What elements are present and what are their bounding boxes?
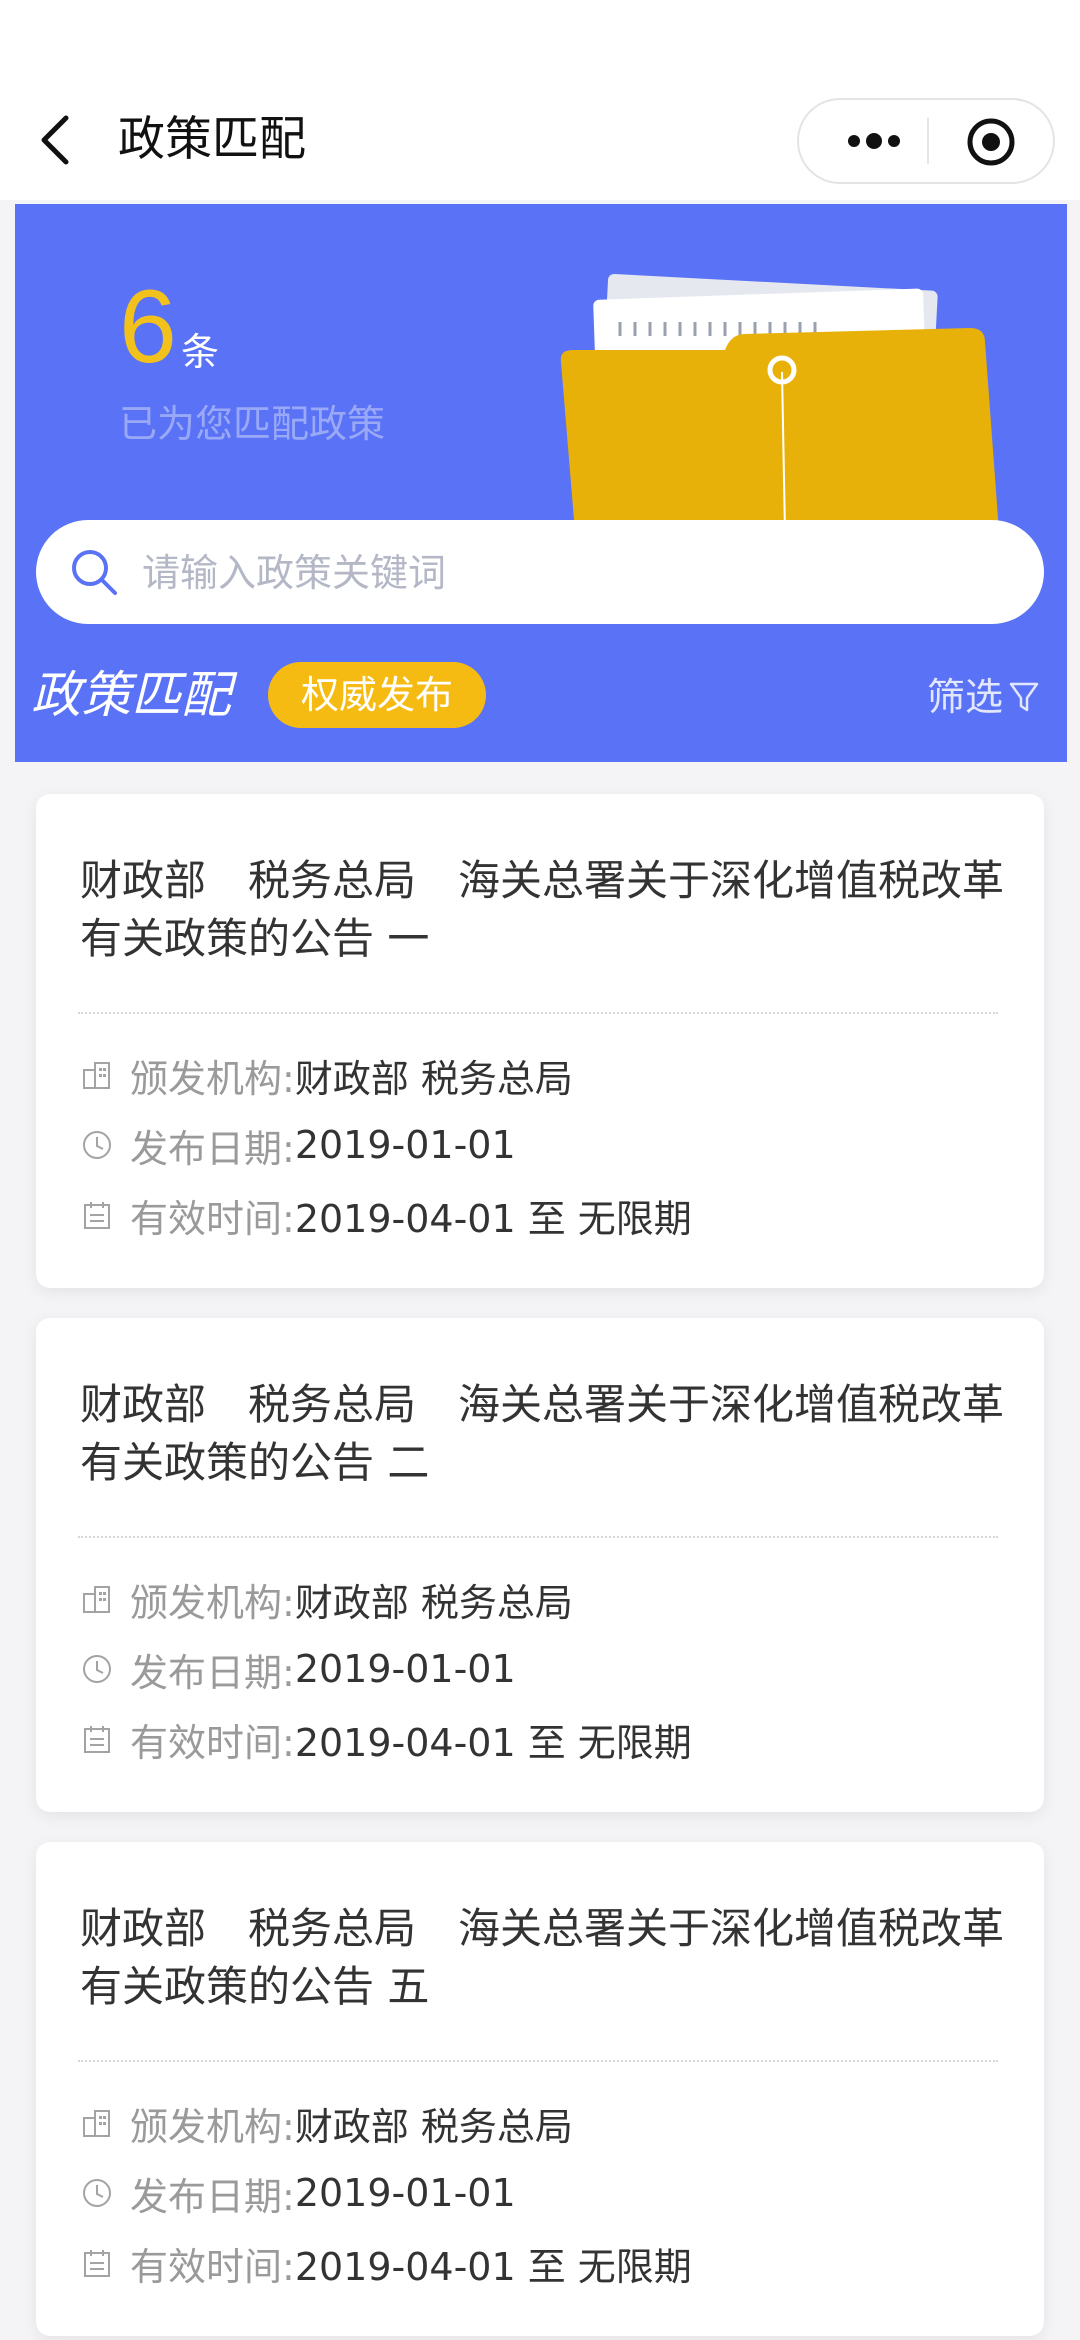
building-icon (83, 1586, 110, 1613)
card-divider (78, 2060, 998, 2062)
filter-label: 筛选 (927, 675, 1004, 719)
validity-row: 有效时间: 2019-04-01 至 无限期 (80, 2238, 692, 2289)
issuer-row: 颁发机构: 财政部 税务总局 (80, 1574, 573, 1625)
issuer-label: 颁发机构: (130, 2104, 295, 2149)
search-bar (36, 520, 1044, 624)
card-divider (78, 1012, 998, 1014)
match-count-description: 已为您匹配政策 (119, 402, 386, 446)
date-value: 2019-01-01 (294, 2171, 516, 2215)
validity-value: 2019-04-01 至 无限期 (294, 2244, 692, 2289)
section-title: 政策匹配 (31, 666, 231, 724)
search-icon (72, 550, 117, 595)
date-row: 发布日期: 2019-01-01 (80, 2168, 516, 2219)
authority-badge[interactable]: 权威发布 (268, 662, 486, 728)
validity-value: 2019-04-01 至 无限期 (294, 1720, 692, 1765)
match-count-unit: 条 (181, 330, 220, 374)
validity-label: 有效时间: (130, 1196, 295, 1241)
close-program-icon[interactable] (963, 114, 1019, 170)
capsule-divider (927, 118, 929, 164)
summary-banner: 6 条 已为您匹配政策 请输入政策关键词 政策匹配 权威发布 筛选 (15, 204, 1067, 762)
back-arrow-icon[interactable] (34, 112, 76, 168)
building-icon (83, 1062, 110, 1089)
card-divider (78, 1536, 998, 1538)
calendar-icon (84, 1202, 110, 1229)
date-row: 发布日期: 2019-01-01 (80, 1120, 516, 1171)
building-icon (83, 2110, 110, 2137)
mini-program-capsule (797, 98, 1055, 184)
top-nav-bar: 政策匹配 (0, 0, 1080, 200)
more-menu-icon[interactable] (829, 100, 929, 182)
policy-title: 财政部 税务总局 海关总署关于深化增值税改革有关政策的公告 一 (80, 856, 1005, 963)
validity-label: 有效时间: (130, 2244, 295, 2289)
validity-value: 2019-04-01 至 无限期 (294, 1196, 692, 1241)
validity-label: 有效时间: (130, 1720, 295, 1765)
match-count-number: 6 (119, 269, 177, 385)
clock-icon (83, 1131, 111, 1159)
issuer-value: 财政部 税务总局 (294, 1580, 573, 1625)
policy-title: 财政部 税务总局 海关总署关于深化增值税改革有关政策的公告 二 (80, 1380, 1005, 1487)
filter-funnel-icon (1009, 682, 1039, 712)
policy-card[interactable]: 财政部 税务总局 海关总署关于深化增值税改革有关政策的公告 五 颁发机构: 财政… (36, 1842, 1044, 2336)
date-label: 发布日期: (130, 2174, 295, 2219)
search-input[interactable] (140, 540, 1004, 606)
issuer-row: 颁发机构: 财政部 税务总局 (80, 1050, 573, 1101)
policy-card[interactable]: 财政部 税务总局 海关总署关于深化增值税改革有关政策的公告 一 颁发机构: 财政… (36, 794, 1044, 1288)
validity-row: 有效时间: 2019-04-01 至 无限期 (80, 1714, 692, 1765)
issuer-row: 颁发机构: 财政部 税务总局 (80, 2098, 573, 2149)
clock-icon (83, 1655, 111, 1683)
page-title: 政策匹配 (118, 112, 306, 167)
date-label: 发布日期: (130, 1650, 295, 1695)
issuer-label: 颁发机构: (130, 1580, 295, 1625)
validity-row: 有效时间: 2019-04-01 至 无限期 (80, 1190, 692, 1241)
policy-card[interactable]: 财政部 税务总局 海关总署关于深化增值税改革有关政策的公告 二 颁发机构: 财政… (36, 1318, 1044, 1812)
issuer-label: 颁发机构: (130, 1056, 295, 1101)
calendar-icon (84, 2250, 110, 2277)
calendar-icon (84, 1726, 110, 1753)
date-label: 发布日期: (130, 1126, 295, 1171)
issuer-value: 财政部 税务总局 (294, 2104, 573, 2149)
filter-button[interactable]: 筛选 (927, 666, 1039, 728)
policy-title: 财政部 税务总局 海关总署关于深化增值税改革有关政策的公告 五 (80, 1904, 1005, 2011)
issuer-value: 财政部 税务总局 (294, 1056, 573, 1101)
date-row: 发布日期: 2019-01-01 (80, 1644, 516, 1695)
date-value: 2019-01-01 (294, 1123, 516, 1167)
date-value: 2019-01-01 (294, 1647, 516, 1691)
folder-illustration-icon (560, 274, 999, 532)
clock-icon (83, 2179, 111, 2207)
